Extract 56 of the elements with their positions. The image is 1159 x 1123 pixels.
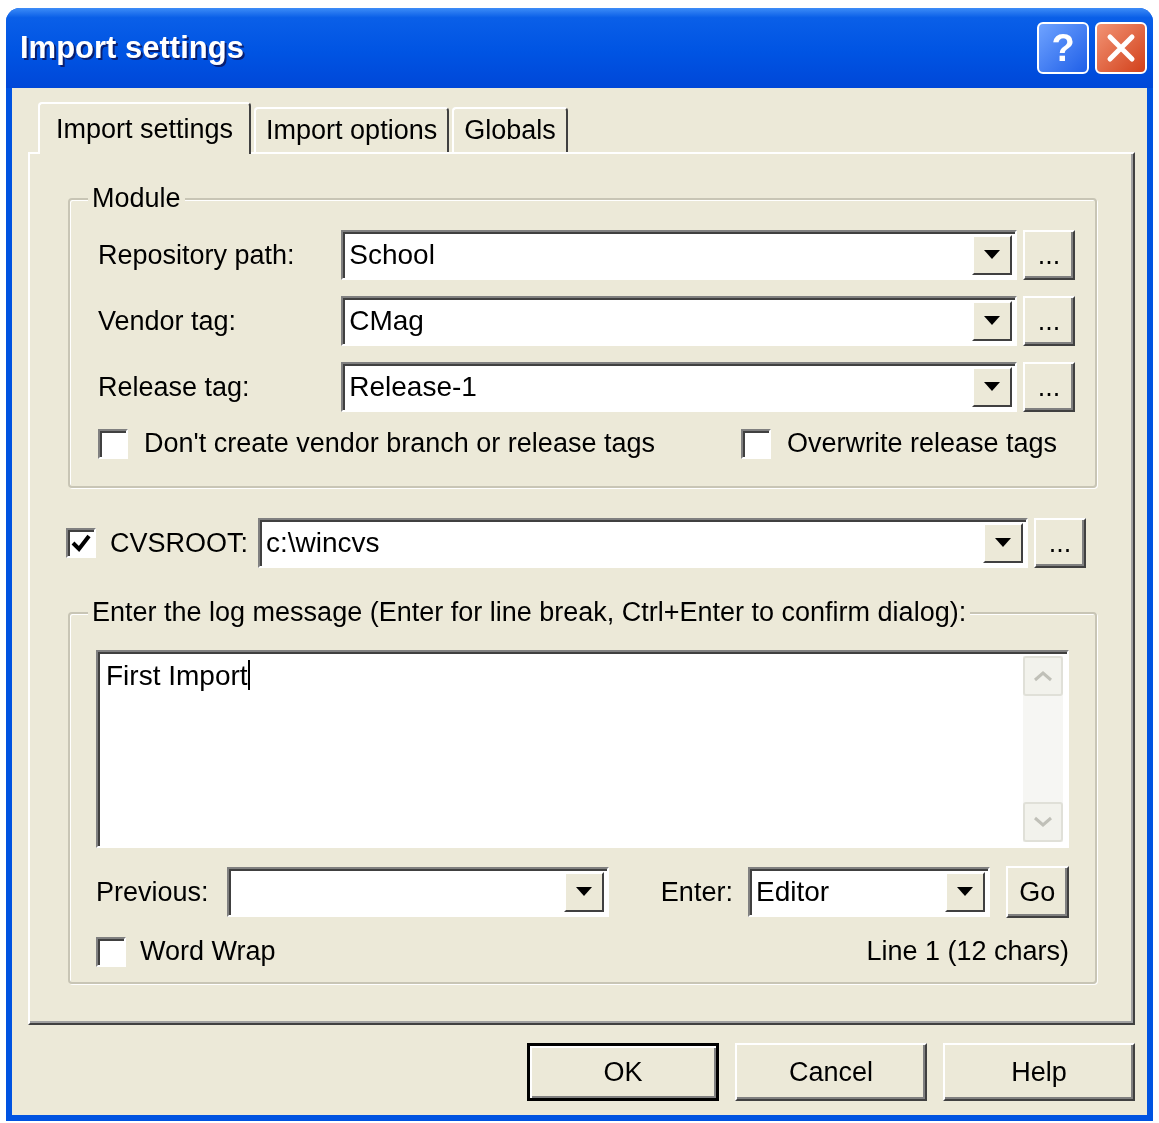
combo-box[interactable] bbox=[226, 867, 609, 917]
checkbox[interactable] bbox=[98, 428, 128, 459]
combo-box[interactable]: CMag bbox=[341, 296, 1018, 346]
field-label: Vendor tag: bbox=[98, 305, 238, 337]
combo-box[interactable]: School bbox=[341, 230, 1018, 280]
caret-icon bbox=[956, 887, 973, 897]
dropdown-button[interactable] bbox=[972, 235, 1013, 275]
field-value: c:\wincvs bbox=[266, 526, 381, 560]
dropdown-button[interactable] bbox=[972, 301, 1013, 341]
caret-icon bbox=[575, 887, 592, 897]
browse-button[interactable]: ... bbox=[1034, 518, 1086, 568]
combo-box[interactable]: c:\wincvs bbox=[258, 518, 1028, 568]
dialog-button[interactable]: OK bbox=[527, 1043, 719, 1101]
checkbox-label: Word Wrap bbox=[140, 936, 276, 967]
dropdown-button[interactable] bbox=[944, 872, 985, 912]
dropdown-button[interactable] bbox=[972, 367, 1013, 407]
checkbox-label: Overwrite release tags bbox=[786, 428, 1057, 459]
window-title: Import settings bbox=[20, 30, 245, 66]
browse-button[interactable]: ... bbox=[1023, 230, 1075, 280]
field-label: Enter: bbox=[660, 876, 734, 908]
go-button[interactable]: Go bbox=[1005, 866, 1069, 918]
check-icon bbox=[70, 532, 92, 554]
tab[interactable]: Globals bbox=[452, 107, 568, 152]
dialog-button[interactable]: Help bbox=[943, 1043, 1135, 1101]
chevron-up-icon bbox=[1033, 670, 1053, 682]
message-text: First Import bbox=[105, 659, 251, 693]
caret-icon bbox=[984, 316, 1001, 326]
caret-icon bbox=[984, 382, 1001, 392]
field-value: School bbox=[349, 238, 436, 272]
status-text: Line 1 (12 chars) bbox=[866, 936, 1069, 967]
close-button[interactable] bbox=[1095, 22, 1147, 74]
field-value: Release-1 bbox=[349, 370, 478, 404]
field-label: Repository path: bbox=[98, 239, 296, 271]
field-label: Previous: bbox=[96, 876, 210, 908]
checkbox[interactable] bbox=[66, 528, 96, 558]
help-button[interactable]: ? bbox=[1037, 22, 1089, 74]
browse-button[interactable]: ... bbox=[1023, 362, 1075, 412]
caret-icon bbox=[995, 538, 1011, 548]
checkbox-label: CVSROOT: bbox=[110, 527, 250, 559]
checkbox[interactable] bbox=[96, 936, 126, 967]
tab[interactable]: Import settings bbox=[38, 102, 252, 154]
combo-box[interactable]: Release-1 bbox=[341, 362, 1018, 412]
checkbox[interactable] bbox=[740, 428, 771, 459]
tab[interactable]: Import options bbox=[254, 107, 450, 152]
dropdown-button[interactable] bbox=[983, 523, 1023, 563]
dropdown-button[interactable] bbox=[563, 872, 604, 912]
checkbox-label: Don't create vendor branch or release tags bbox=[144, 428, 655, 459]
browse-button[interactable]: ... bbox=[1023, 296, 1075, 346]
dialog-button[interactable]: Cancel bbox=[735, 1043, 927, 1101]
chevron-down-icon bbox=[1033, 816, 1053, 828]
caret-icon bbox=[984, 250, 1001, 260]
close-icon bbox=[1106, 33, 1136, 63]
field-value: CMag bbox=[349, 304, 425, 338]
field-value: Editor bbox=[755, 875, 831, 909]
combo-box[interactable]: Editor bbox=[747, 867, 990, 917]
field-label: Release tag: bbox=[98, 371, 251, 403]
